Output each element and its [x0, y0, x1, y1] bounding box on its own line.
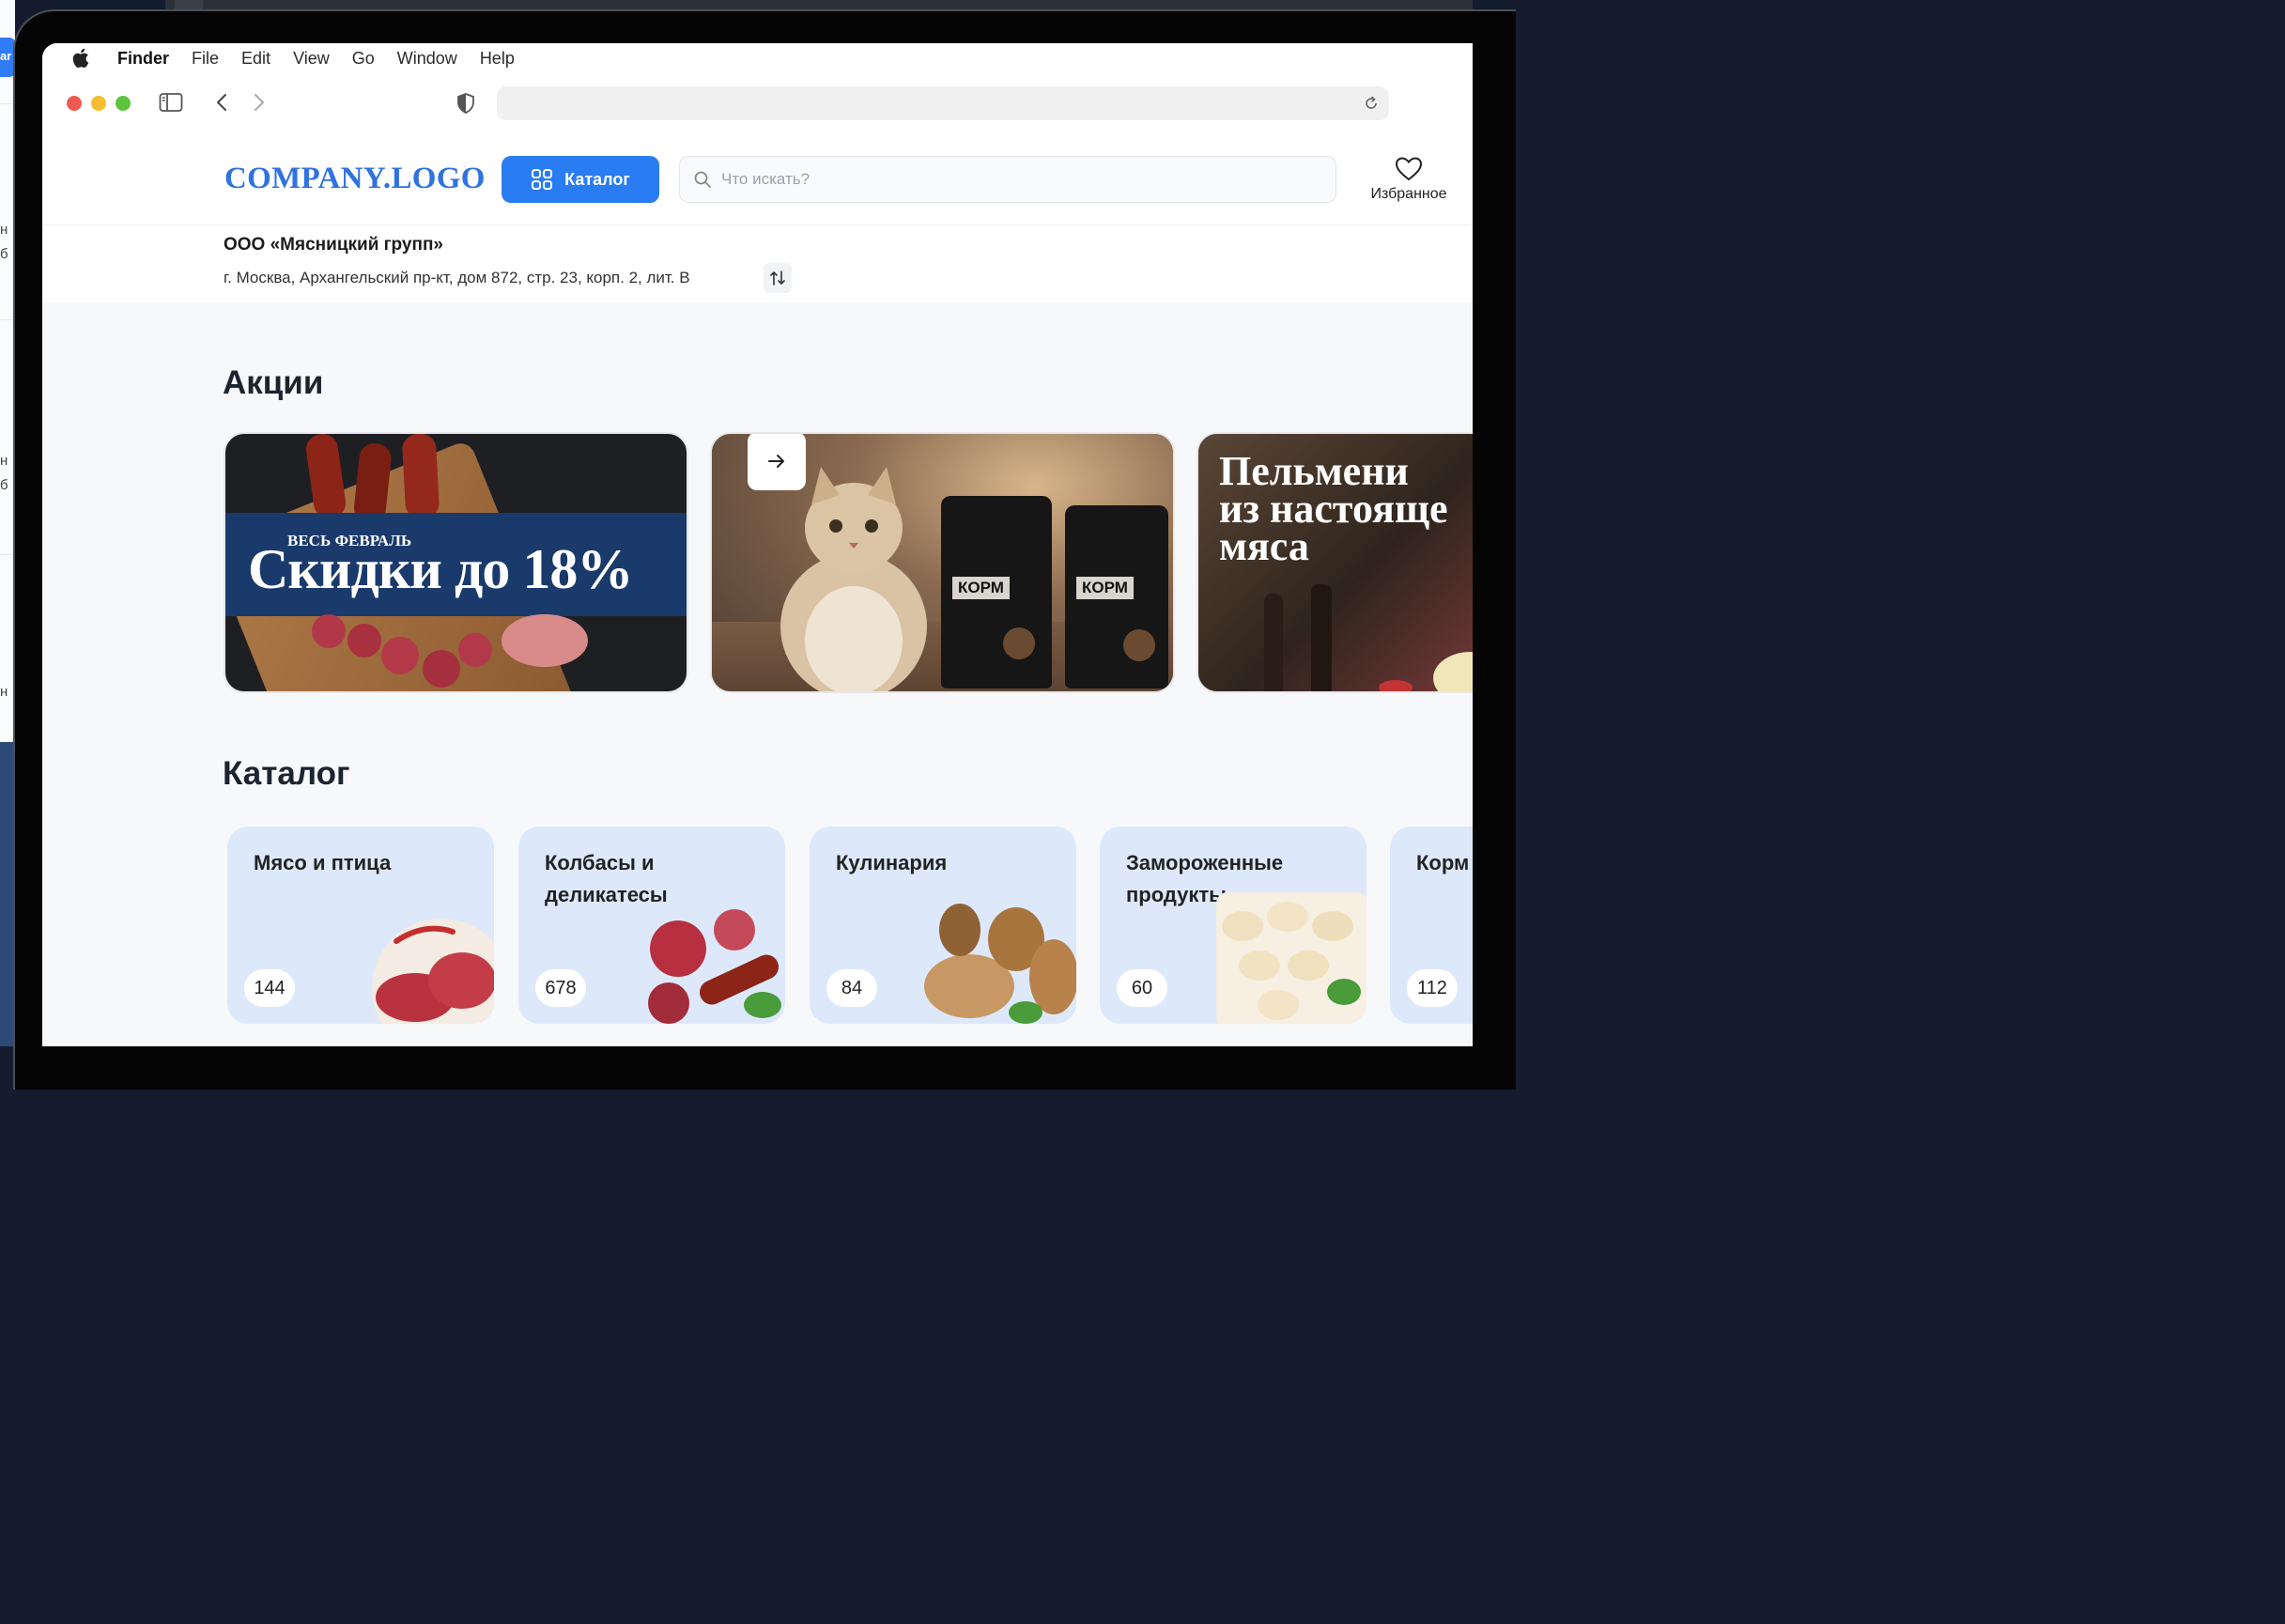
reload-icon[interactable] — [1363, 95, 1380, 116]
background-desktop — [0, 742, 13, 1046]
category-count-badge: 60 — [1117, 969, 1167, 1007]
category-name: Кулинария — [836, 851, 948, 874]
forward-chevron-icon[interactable] — [253, 92, 266, 117]
salami-slices-image — [312, 614, 588, 688]
menu-file[interactable]: File — [192, 49, 219, 69]
background-text-fragment: н — [0, 684, 8, 700]
search-box[interactable] — [679, 156, 1336, 203]
promo-banner-dumplings[interactable]: Пельмени из настояще мяса — [1197, 432, 1473, 693]
menu-edit[interactable]: Edit — [241, 49, 270, 69]
kibble-image — [1123, 629, 1155, 661]
mac-menubar: Finder File Edit View Go Window Help — [42, 43, 1473, 73]
dumplings-image — [1216, 892, 1366, 1024]
bag-label: КОРМ — [1076, 577, 1134, 599]
sausages-image — [305, 434, 440, 518]
sidebar-icon[interactable] — [159, 92, 183, 117]
search-input[interactable] — [721, 170, 1285, 189]
dumplings-plate-image — [1264, 584, 1473, 691]
favorites-link[interactable]: Избранное — [1357, 156, 1460, 203]
category-card-meat[interactable]: Мясо и птица 144 — [227, 827, 494, 1024]
back-chevron-icon[interactable] — [215, 92, 228, 117]
promo-subheadline: ВЕСЬ ФЕВРАЛЬ — [287, 532, 412, 549]
category-card-culinary[interactable]: Кулинария 84 — [810, 827, 1076, 1024]
site-header: COMPANY.LOGO Каталог Избранное — [42, 135, 1473, 225]
background-segment — [175, 0, 203, 9]
catalog-button[interactable]: Каталог — [502, 156, 659, 203]
address-bar[interactable] — [497, 86, 1389, 120]
promo-banner-pet-food[interactable]: КОРМ КОРМ — [710, 432, 1175, 693]
menu-view[interactable]: View — [293, 49, 330, 69]
company-address: г. Москва, Архангельский пр-кт, дом 872,… — [224, 269, 690, 286]
category-count-badge: 144 — [244, 969, 295, 1007]
headline-line: из настояще — [1219, 486, 1448, 532]
bag-label: КОРМ — [952, 577, 1010, 599]
menu-finder[interactable]: Finder — [117, 49, 169, 69]
browser-screen: Finder File Edit View Go Window Help COM… — [42, 43, 1473, 1046]
catalog-title: Каталог — [223, 755, 350, 792]
category-card-pet-food[interactable]: Корм для ж 112 — [1390, 827, 1473, 1024]
category-count-badge: 678 — [535, 969, 586, 1007]
zoom-window-button[interactable] — [116, 96, 131, 111]
apple-logo-icon[interactable] — [70, 48, 93, 68]
carousel-next-button[interactable] — [748, 434, 806, 490]
category-count-badge: 84 — [826, 969, 877, 1007]
pet-food-bag: КОРМ — [1065, 505, 1168, 688]
search-icon — [694, 171, 711, 188]
promo-banner-discount[interactable]: Скидки до 18% ВЕСЬ ФЕВРАЛЬ — [224, 432, 688, 693]
category-name: Мясо и птица — [254, 851, 392, 874]
background-text-fragment: б — [0, 477, 8, 493]
grid-icon — [532, 169, 553, 190]
menu-window[interactable]: Window — [397, 49, 457, 69]
sausages-category-image — [648, 909, 781, 1024]
company-info: ООО «Мясницкий групп» г. Москва, Арханге… — [42, 225, 1473, 302]
company-logo[interactable]: COMPANY.LOGO — [224, 162, 486, 196]
favorites-label: Избранное — [1370, 186, 1447, 202]
category-card-sausages[interactable]: Колбасы и деликатесы 678 — [518, 827, 785, 1024]
menu-go[interactable]: Go — [352, 49, 375, 69]
window-controls — [67, 96, 131, 111]
menu-help[interactable]: Help — [480, 49, 515, 69]
heart-icon — [1395, 157, 1423, 181]
kibble-image — [1003, 627, 1035, 659]
swap-address-button[interactable] — [764, 263, 792, 293]
catalog-button-label: Каталог — [564, 169, 630, 189]
headline-line: мяса — [1219, 523, 1309, 569]
category-name: Корм для ж — [1416, 851, 1473, 874]
shield-icon[interactable] — [455, 92, 476, 119]
swap-arrows-icon — [770, 271, 785, 286]
background-text-fragment: б — [0, 246, 8, 262]
close-window-button[interactable] — [67, 96, 82, 111]
promo-dumplings-headline: Пельмени из настояще мяса — [1219, 448, 1448, 569]
category-count-badge: 112 — [1407, 969, 1458, 1007]
bread-image — [924, 904, 1076, 1024]
arrow-right-icon — [768, 455, 784, 468]
category-card-frozen[interactable]: Замороженные продукты 60 — [1100, 827, 1366, 1024]
meat-image — [372, 919, 494, 1024]
background-text-fragment: н — [0, 222, 8, 238]
promos-title: Акции — [223, 364, 324, 401]
headline-line: Пельмени — [1219, 448, 1409, 494]
browser-toolbar — [42, 73, 1473, 135]
minimize-window-button[interactable] — [91, 96, 106, 111]
company-name: ООО «Мясницкий групп» — [224, 235, 444, 255]
background-text-fragment: н — [0, 453, 8, 469]
pet-food-bag: КОРМ — [941, 496, 1052, 688]
